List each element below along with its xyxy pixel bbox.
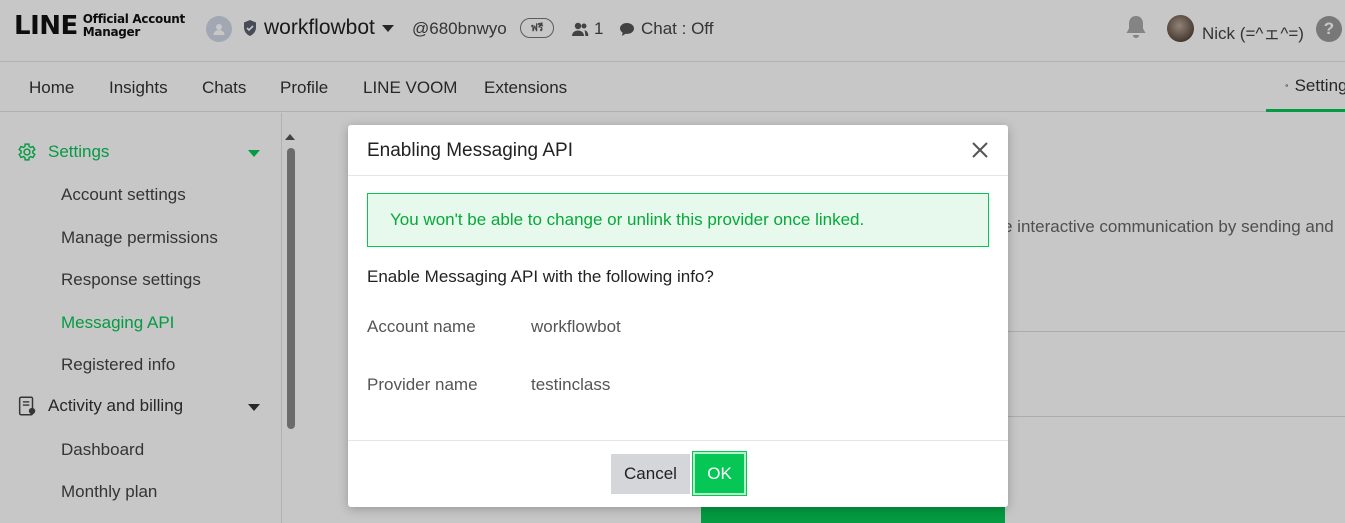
enable-messaging-api-dialog: Enabling Messaging API You won't be able… bbox=[348, 125, 1008, 507]
cancel-button[interactable]: Cancel bbox=[611, 454, 690, 494]
account-name-label: Account name bbox=[367, 317, 476, 336]
dialog-title: Enabling Messaging API bbox=[367, 140, 573, 161]
divider bbox=[348, 440, 1008, 441]
warning-notice-text: You won't be able to change or unlink th… bbox=[390, 210, 865, 229]
provider-name-value: testinclass bbox=[531, 375, 611, 394]
provider-name-label: Provider name bbox=[367, 375, 478, 394]
warning-notice: You won't be able to change or unlink th… bbox=[367, 193, 989, 247]
confirm-question: Enable Messaging API with the following … bbox=[367, 267, 714, 286]
ok-button[interactable]: OK bbox=[692, 451, 747, 496]
divider bbox=[348, 175, 1008, 176]
account-name-value: workflowbot bbox=[531, 317, 621, 336]
close-icon[interactable] bbox=[968, 138, 992, 162]
